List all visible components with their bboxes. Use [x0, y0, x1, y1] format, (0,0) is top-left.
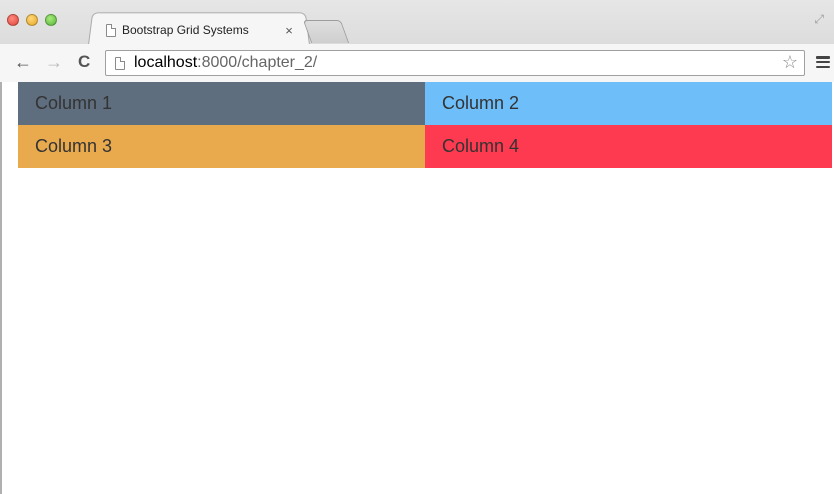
close-window-icon[interactable] [7, 14, 19, 26]
maximize-window-icon[interactable] [45, 14, 57, 26]
tab-close-icon[interactable]: × [282, 23, 296, 38]
url-path: :8000/chapter_2/ [197, 54, 318, 71]
reload-icon[interactable]: C [78, 52, 90, 72]
forward-icon[interactable]: → [45, 52, 63, 72]
grid-column-3: Column 3 [18, 125, 425, 168]
fullscreen-icon[interactable]: ⤢ [814, 12, 824, 27]
window-controls [7, 14, 57, 26]
new-tab-button[interactable] [302, 20, 350, 43]
back-icon[interactable]: ← [14, 52, 32, 72]
minimize-window-icon[interactable] [26, 14, 38, 26]
browser-chrome: Bootstrap Grid Systems × ⤢ ← → C localho… [0, 0, 834, 82]
browser-tab-content[interactable]: Bootstrap Grid Systems × [100, 18, 300, 42]
column-label: Column 1 [35, 93, 113, 113]
grid-column-1: Column 1 [18, 82, 425, 125]
page-icon [106, 23, 116, 37]
toolbar: ← → C localhost:8000/chapter_2/ ☆ [0, 44, 834, 82]
address-bar[interactable]: localhost:8000/chapter_2/ ☆ [105, 50, 805, 76]
tab-title: Bootstrap Grid Systems [122, 23, 249, 37]
menu-icon[interactable] [816, 56, 830, 68]
bookmark-star-icon[interactable]: ☆ [782, 52, 798, 73]
column-label: Column 2 [442, 93, 520, 113]
url-host: localhost [134, 54, 198, 71]
grid-column-2: Column 2 [425, 82, 832, 125]
grid-row: Column 1 Column 2 Column 3 Column 4 [18, 82, 832, 168]
window-edge [0, 82, 2, 494]
column-label: Column 3 [35, 136, 113, 156]
column-label: Column 4 [442, 136, 520, 156]
grid-column-4: Column 4 [425, 125, 832, 168]
url-text[interactable]: localhost:8000/chapter_2/ [134, 54, 317, 72]
page-icon [115, 56, 125, 70]
